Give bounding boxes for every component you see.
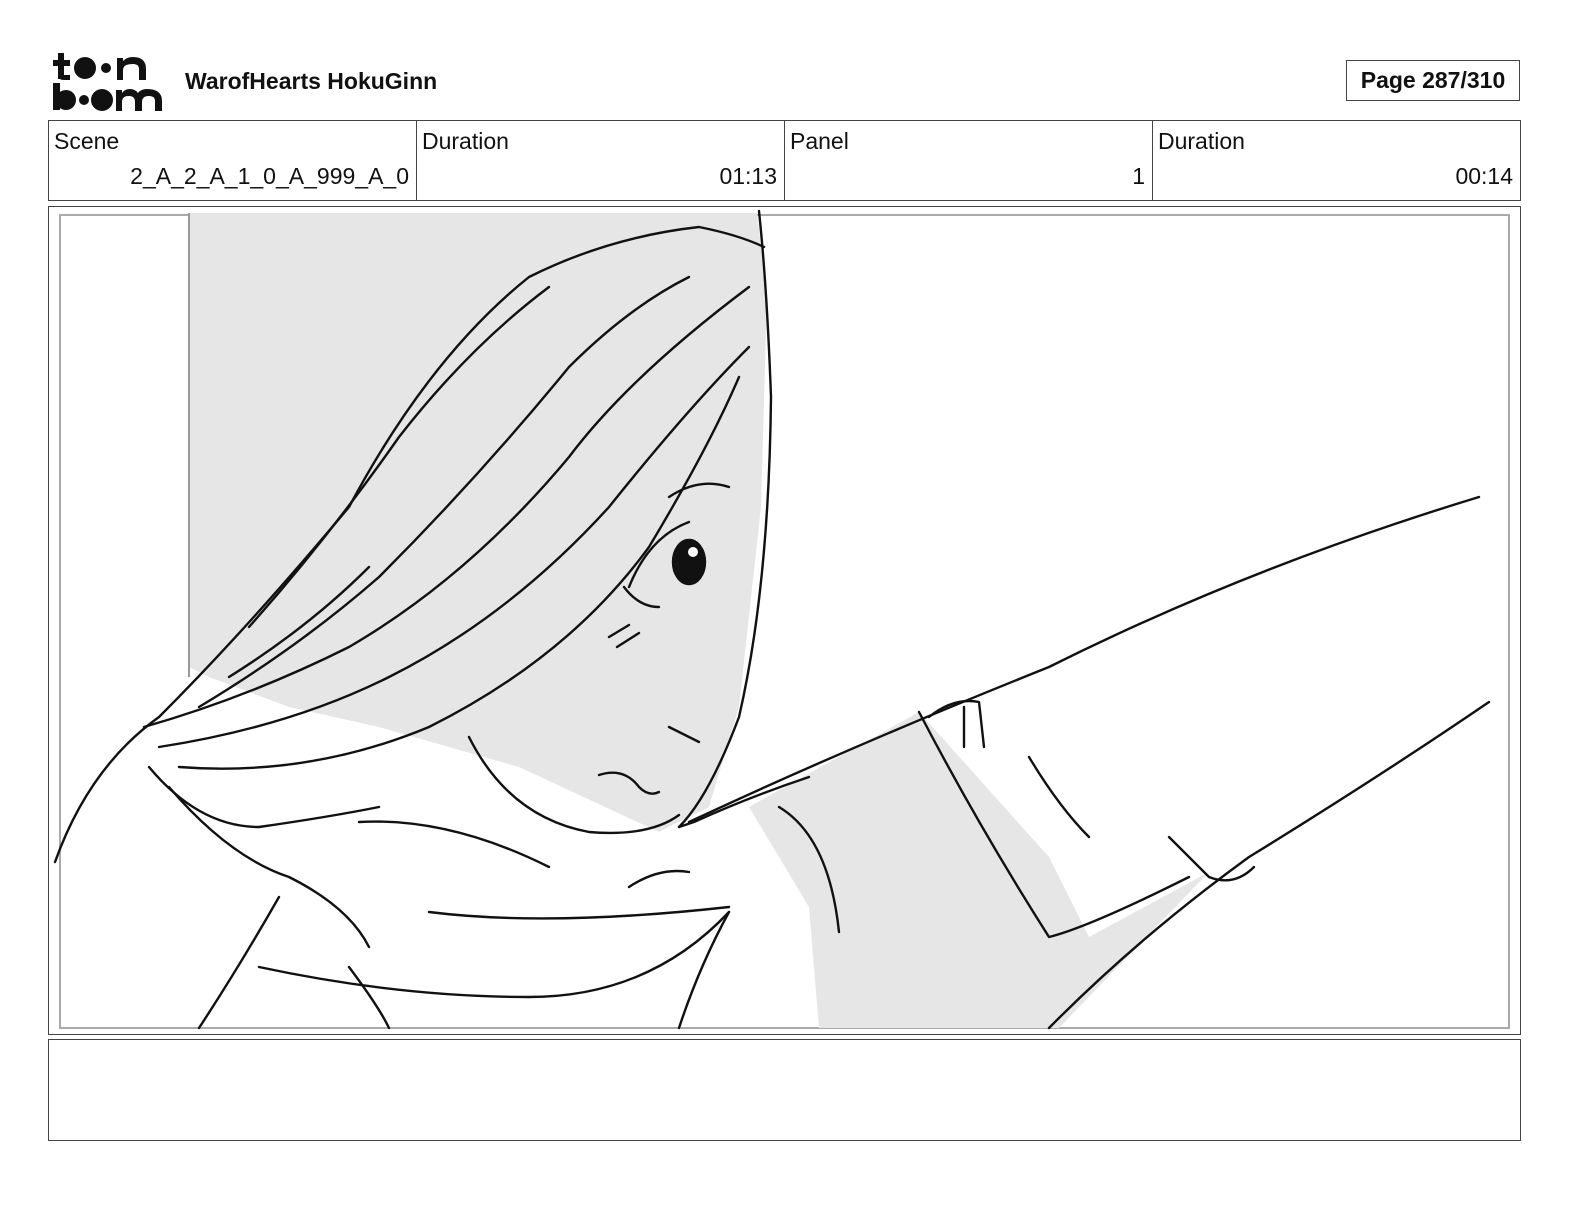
page-indicator: Page 287/310 [1346, 60, 1520, 101]
panel-notes[interactable] [48, 1039, 1521, 1141]
background-shade-right [749, 712, 1209, 1028]
panel-label: Panel [790, 128, 849, 154]
toonboom-logo [52, 50, 164, 112]
panel-cell: Panel 1 [785, 121, 1153, 200]
scene-cell: Scene 2_A_2_A_1_0_A_999_A_0 [49, 121, 417, 200]
storyboard-panel [48, 206, 1521, 1035]
scene-duration-label: Duration [422, 128, 509, 154]
scene-value: 2_A_2_A_1_0_A_999_A_0 [130, 163, 409, 189]
scene-duration-cell: Duration 01:13 [417, 121, 785, 200]
background-shade-left [189, 213, 767, 832]
panel-duration-cell: Duration 00:14 [1153, 121, 1520, 200]
toonboom-logo-icon [53, 53, 162, 111]
panel-duration-value: 00:14 [1455, 163, 1513, 189]
scene-label: Scene [54, 128, 120, 154]
panel-duration-label: Duration [1158, 128, 1245, 154]
scene-duration-value: 01:13 [719, 163, 777, 189]
project-title: WarofHearts HokuGinn [185, 68, 438, 94]
panel-value: 1 [1132, 163, 1145, 189]
scene-info-table: Scene 2_A_2_A_1_0_A_999_A_0 Duration 01:… [48, 120, 1521, 201]
storyboard-sketch [53, 209, 1510, 1030]
